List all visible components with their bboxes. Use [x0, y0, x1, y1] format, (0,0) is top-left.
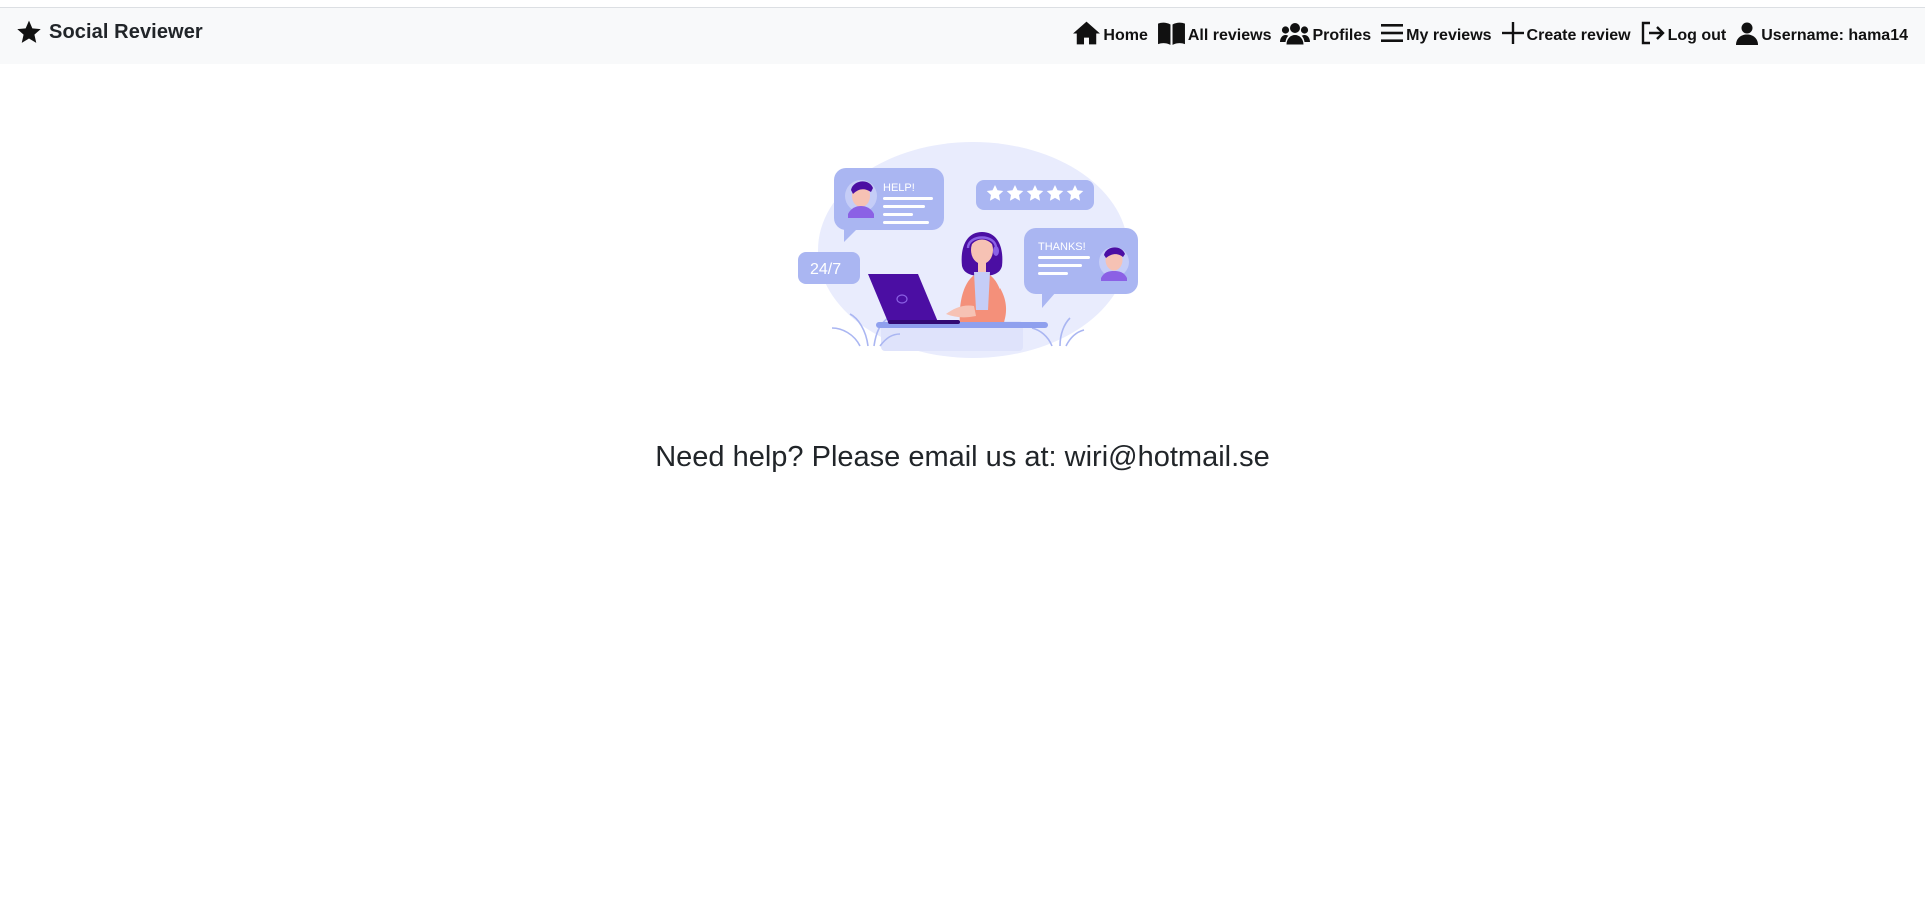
- home-icon: [1072, 20, 1101, 46]
- svg-text:24/7: 24/7: [810, 261, 841, 278]
- nav-home-label: Home: [1103, 27, 1148, 44]
- nav-profiles[interactable]: Profiles: [1280, 21, 1371, 46]
- book-icon: [1157, 21, 1186, 46]
- nav-create-review-label: Create review: [1526, 27, 1631, 44]
- svg-text:THANKS!: THANKS!: [1038, 241, 1086, 253]
- user-icon: [1735, 21, 1759, 46]
- availability-bubble: 24/7: [798, 252, 860, 284]
- nav-home[interactable]: Home: [1072, 20, 1148, 46]
- users-icon: [1280, 21, 1311, 46]
- nav-all-reviews-label: All reviews: [1187, 27, 1272, 44]
- nav-username[interactable]: Username: hama14: [1735, 21, 1908, 46]
- nav-log-out[interactable]: Log out: [1640, 21, 1727, 45]
- brand-link[interactable]: Social Reviewer: [16, 19, 203, 45]
- list-icon: [1380, 21, 1404, 45]
- brand-label: Social Reviewer: [49, 20, 203, 43]
- nav-links: Home All reviews Profiles My reviews Cre…: [1072, 20, 1908, 46]
- nav-my-reviews[interactable]: My reviews: [1380, 21, 1492, 45]
- nav-log-out-label: Log out: [1667, 27, 1727, 44]
- plus-icon: [1501, 21, 1525, 45]
- nav-all-reviews[interactable]: All reviews: [1157, 21, 1272, 46]
- rating-stars-bubble: [976, 180, 1094, 210]
- nav-profiles-label: Profiles: [1312, 27, 1372, 44]
- star-icon: [16, 19, 42, 45]
- nav-username-label: Username: hama14: [1761, 27, 1908, 44]
- help-message: Need help? Please email us at: wiri@hotm…: [655, 441, 1270, 473]
- navbar: Social Reviewer Home All reviews Profile…: [0, 8, 1925, 64]
- customer-support-illustration: HELP! 24/7 THANKS!: [798, 138, 1144, 358]
- logout-icon: [1640, 21, 1666, 45]
- nav-create-review[interactable]: Create review: [1501, 21, 1631, 45]
- svg-text:HELP!: HELP!: [883, 182, 915, 194]
- nav-my-reviews-label: My reviews: [1406, 27, 1492, 44]
- window-top-edge: [0, 0, 1925, 8]
